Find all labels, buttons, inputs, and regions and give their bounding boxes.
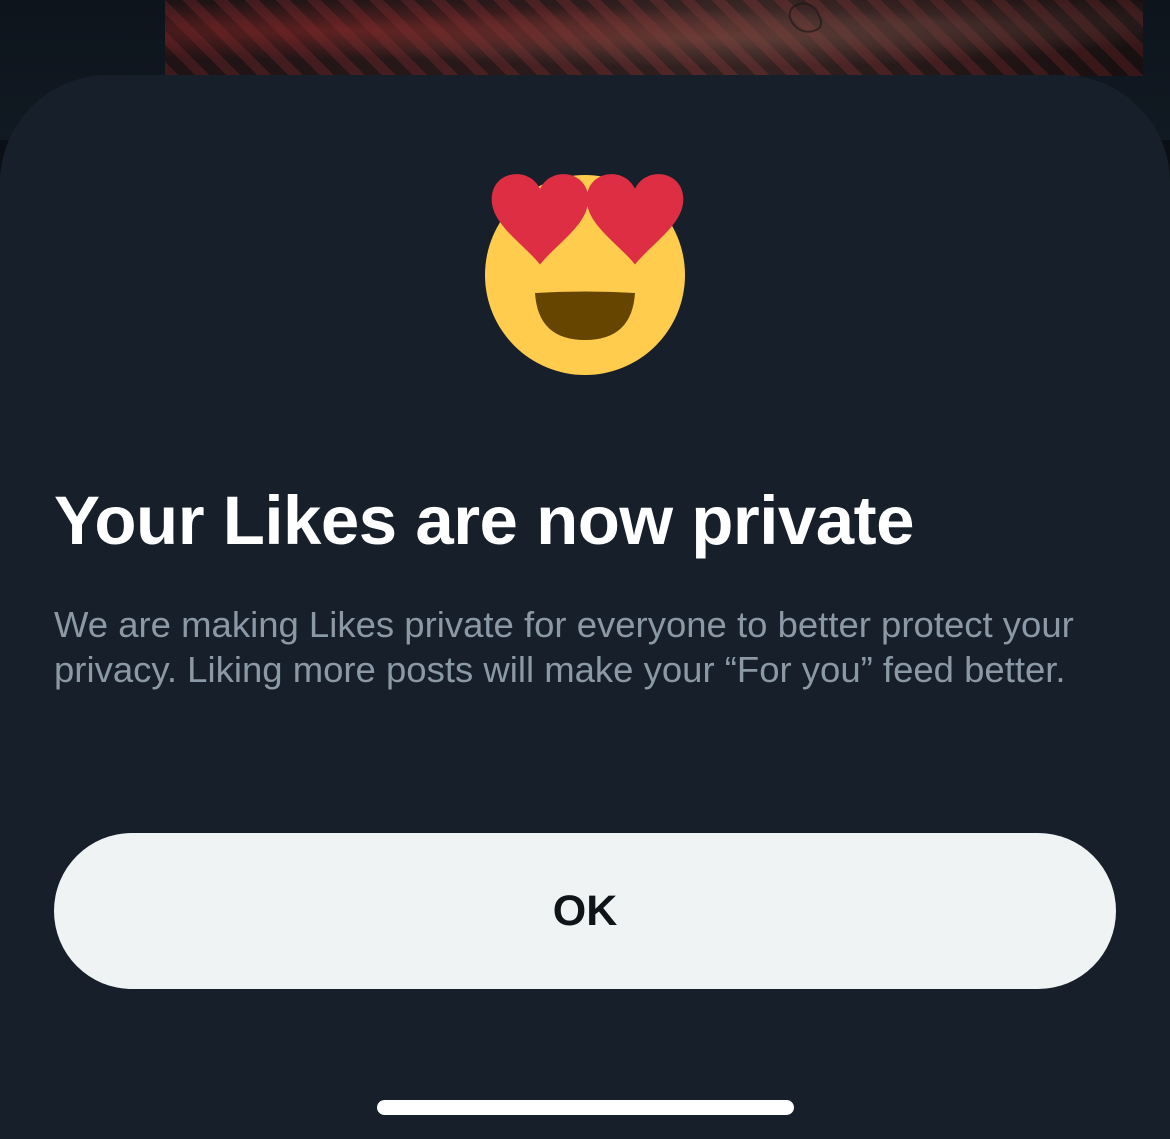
smiling-face-with-heart-eyes-icon: [480, 170, 690, 380]
dialog-description: We are making Likes private for everyone…: [54, 604, 1074, 690]
home-indicator[interactable]: [377, 1100, 794, 1115]
background-media-image: [165, 0, 1143, 76]
background-image-detail: [785, 0, 825, 39]
ok-button[interactable]: OK: [54, 833, 1116, 989]
dialog-title: Your Likes are now private: [54, 482, 915, 559]
